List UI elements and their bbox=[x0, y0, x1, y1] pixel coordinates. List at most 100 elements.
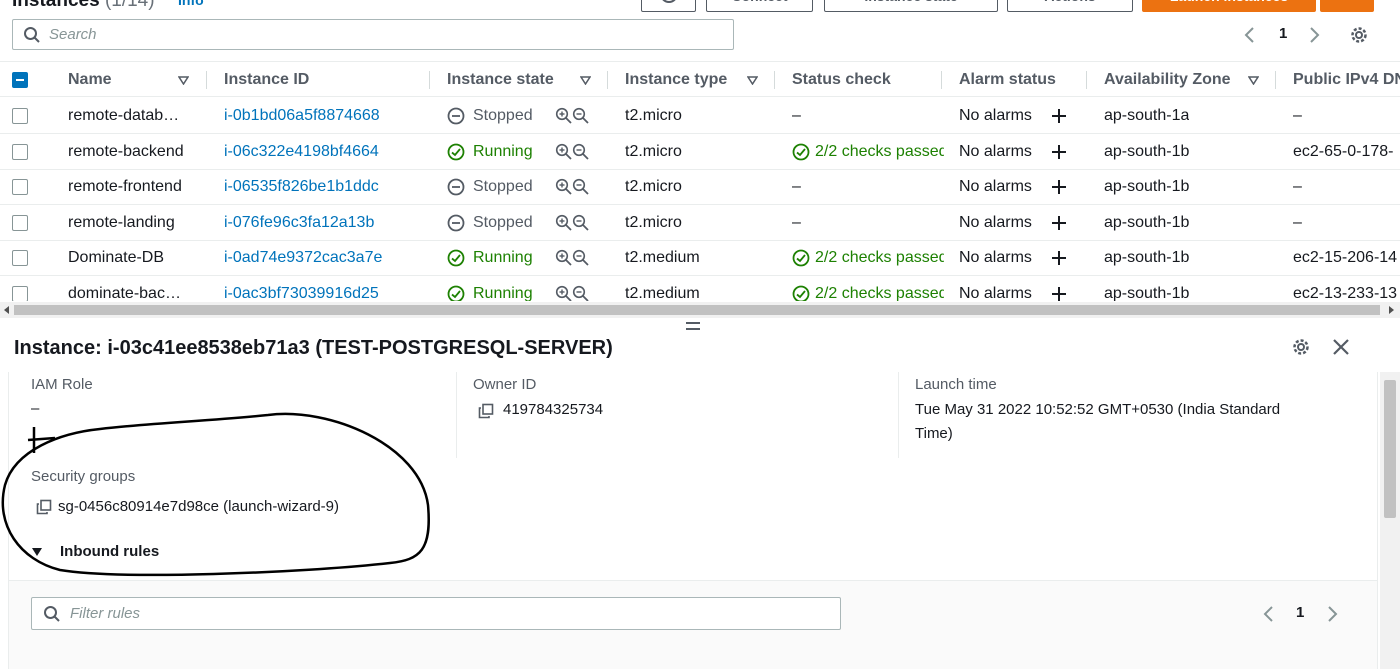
refresh-button[interactable] bbox=[641, 0, 696, 12]
column-header-alarm-status[interactable]: Alarm status bbox=[959, 62, 1056, 97]
column-header-instance-type[interactable]: Instance type bbox=[625, 62, 727, 97]
zoom-in-icon[interactable] bbox=[555, 107, 573, 125]
public-dns: ec2-65-0-178- bbox=[1293, 142, 1394, 160]
zoom-out-icon[interactable] bbox=[572, 285, 590, 301]
zoom-in-icon[interactable] bbox=[555, 178, 573, 196]
scrollbar-thumb[interactable] bbox=[1384, 380, 1396, 518]
inbound-rules-toggle[interactable]: Inbound rules bbox=[31, 543, 159, 560]
check-circle-icon bbox=[792, 249, 810, 267]
sort-icon[interactable] bbox=[747, 76, 758, 85]
launch-time-value-cont: Time) bbox=[915, 425, 953, 442]
chevron-right-icon[interactable] bbox=[1322, 601, 1342, 627]
column-header-status-check[interactable]: Status check bbox=[792, 62, 891, 97]
table-row[interactable]: remote-landing i-076fe96c3fa12a13b Stopped… bbox=[0, 205, 1400, 241]
instance-state-button[interactable]: Instance state bbox=[824, 0, 998, 12]
resize-handle-icon[interactable] bbox=[686, 320, 700, 332]
row-checkbox[interactable] bbox=[12, 214, 28, 231]
add-alarm-icon[interactable] bbox=[1050, 107, 1068, 125]
alarm-status: No alarms bbox=[959, 249, 1032, 267]
refresh-icon bbox=[661, 0, 676, 3]
sort-icon[interactable] bbox=[1248, 76, 1259, 85]
security-group-link[interactable]: sg-0456c80914e7d98ce (launch-wizard-9) bbox=[58, 498, 339, 515]
alarm-status: No alarms bbox=[959, 107, 1032, 124]
instance-id-link[interactable]: i-076fe96c3fa12a13b bbox=[224, 205, 374, 240]
gear-icon[interactable] bbox=[1348, 24, 1370, 46]
availability-zone: ap-south-1b bbox=[1104, 213, 1190, 231]
select-all-checkbox[interactable] bbox=[12, 72, 28, 88]
iam-role-label: IAM Role bbox=[31, 376, 93, 393]
scrollbar-thumb[interactable] bbox=[14, 305, 1380, 315]
column-header-name[interactable]: Name bbox=[68, 62, 112, 97]
alarm-status: No alarms bbox=[959, 285, 1032, 301]
copy-icon[interactable] bbox=[478, 403, 494, 419]
connect-button[interactable]: Connect bbox=[706, 0, 813, 12]
launch-instances-button[interactable]: Launch instances bbox=[1142, 0, 1316, 12]
rules-pagination: 1 bbox=[1259, 601, 1349, 627]
scroll-right-icon[interactable] bbox=[1387, 306, 1395, 314]
add-alarm-icon[interactable] bbox=[1050, 143, 1068, 161]
add-alarm-icon[interactable] bbox=[1050, 249, 1068, 267]
status-check: 2/2 checks passed bbox=[815, 285, 944, 301]
add-alarm-icon[interactable] bbox=[1050, 214, 1068, 232]
column-header-public-dns[interactable]: Public IPv4 DN bbox=[1293, 62, 1400, 97]
copy-icon[interactable] bbox=[36, 499, 52, 515]
inbound-rules-label: Inbound rules bbox=[60, 543, 160, 560]
instance-type: t2.micro bbox=[625, 178, 682, 196]
launch-time-label: Launch time bbox=[915, 376, 997, 393]
row-checkbox[interactable] bbox=[12, 108, 28, 124]
scroll-left-icon[interactable] bbox=[3, 306, 11, 314]
add-alarm-icon[interactable] bbox=[1050, 285, 1068, 301]
actions-button[interactable]: Actions bbox=[1007, 0, 1133, 12]
instance-id-link[interactable]: i-0b1bd06a5f8874668 bbox=[224, 98, 380, 133]
sort-icon[interactable] bbox=[580, 76, 591, 85]
instance-id-link[interactable]: i-06535f826be1b1ddc bbox=[224, 169, 379, 204]
horizontal-scrollbar[interactable] bbox=[0, 302, 1400, 318]
table-row[interactable]: remote-frontend i-06535f826be1b1ddc Stoppe… bbox=[0, 169, 1400, 206]
table-row[interactable]: dominate-bac… i-0ac3bf73039916d25 Running t… bbox=[0, 276, 1400, 301]
close-icon[interactable] bbox=[1330, 336, 1352, 358]
row-checkbox[interactable] bbox=[12, 286, 28, 301]
zoom-out-icon[interactable] bbox=[572, 214, 590, 232]
availability-zone: ap-south-1b bbox=[1104, 285, 1190, 301]
instance-count: (1/14) bbox=[104, 0, 155, 11]
page-number[interactable]: 1 bbox=[1279, 25, 1287, 42]
owner-id-value: 419784325734 bbox=[503, 401, 604, 418]
column-header-availability-zone[interactable]: Availability Zone bbox=[1104, 62, 1231, 97]
table-row[interactable]: remote-datab… i-0b1bd06a5f8874668 Stopped t… bbox=[0, 98, 1400, 134]
instance-state: Running bbox=[473, 249, 533, 267]
owner-id-label: Owner ID bbox=[473, 376, 537, 393]
caret-down-icon bbox=[32, 548, 42, 556]
instance-id-link[interactable]: i-0ad74e9372cac3a7e bbox=[224, 240, 382, 275]
column-header-instance-id[interactable]: Instance ID bbox=[224, 62, 309, 97]
column-header-instance-state[interactable]: Instance state bbox=[447, 62, 554, 97]
zoom-in-icon[interactable] bbox=[555, 249, 573, 267]
zoom-in-icon[interactable] bbox=[555, 285, 573, 301]
table-row[interactable]: remote-backend i-06c322e4198bf4664 Running… bbox=[0, 134, 1400, 170]
gear-icon[interactable] bbox=[1290, 336, 1312, 358]
chevron-left-icon[interactable] bbox=[1240, 22, 1260, 48]
row-checkbox[interactable] bbox=[12, 250, 28, 267]
zoom-out-icon[interactable] bbox=[572, 249, 590, 267]
check-circle-icon bbox=[792, 285, 810, 301]
filter-rules-input[interactable]: Filter rules bbox=[31, 597, 841, 630]
rules-page-number[interactable]: 1 bbox=[1296, 604, 1304, 621]
search-input[interactable]: Search bbox=[12, 19, 734, 50]
chevron-right-icon[interactable] bbox=[1304, 22, 1324, 48]
row-checkbox[interactable] bbox=[12, 179, 28, 196]
instance-id-link[interactable]: i-0ac3bf73039916d25 bbox=[224, 276, 379, 301]
vertical-scrollbar[interactable] bbox=[1380, 372, 1400, 669]
zoom-out-icon[interactable] bbox=[572, 178, 590, 196]
sort-icon[interactable] bbox=[178, 76, 189, 85]
zoom-in-icon[interactable] bbox=[555, 214, 573, 232]
row-checkbox[interactable] bbox=[12, 143, 28, 160]
info-link[interactable]: Info bbox=[178, 0, 204, 8]
instance-id-link[interactable]: i-06c322e4198bf4664 bbox=[224, 134, 379, 169]
chevron-left-icon[interactable] bbox=[1259, 601, 1279, 627]
availability-zone: ap-south-1b bbox=[1104, 142, 1190, 160]
add-alarm-icon[interactable] bbox=[1050, 178, 1068, 196]
launch-dropdown-button[interactable] bbox=[1320, 0, 1374, 12]
zoom-out-icon[interactable] bbox=[572, 143, 590, 161]
table-row[interactable]: Dominate-DB i-0ad74e9372cac3a7e Running t2.… bbox=[0, 240, 1400, 277]
zoom-out-icon[interactable] bbox=[572, 107, 590, 125]
zoom-in-icon[interactable] bbox=[555, 143, 573, 161]
